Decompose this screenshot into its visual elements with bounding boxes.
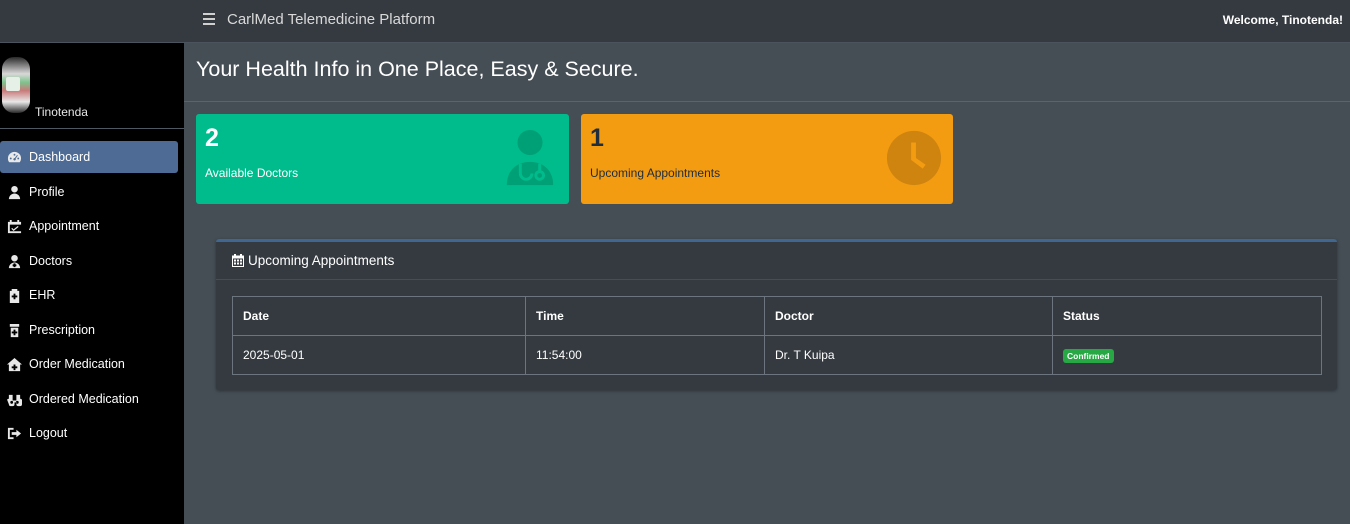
cell-time: 11:54:00 [525,335,765,375]
calendar-icon [232,254,244,267]
top-navbar: CarlMed Telemedicine Platform Welcome, T… [184,0,1350,43]
card-header: Upcoming Appointments [216,242,1337,280]
user-icon [6,184,22,200]
sidebar-item-logout[interactable]: Logout [0,417,178,449]
sidebar-item-order-medication[interactable]: Order Medication [0,348,178,380]
card-title: Upcoming Appointments [232,253,394,268]
sidebar-item-appointment[interactable]: Appointment [0,210,178,242]
sidebar-item-ehr[interactable]: EHR [0,279,178,311]
sidebar-item-prescription[interactable]: Prescription [0,314,178,346]
sidebar: Tinotenda Dashboard Profile Appointment … [0,0,184,524]
clock-icon [885,128,943,188]
status-badge: Confirmed [1063,348,1114,363]
welcome-message: Welcome, Tinotenda! [1222,13,1343,27]
upcoming-appointments-label: Upcoming Appointments [590,166,721,180]
sidebar-item-label: Prescription [29,323,95,337]
card-title-text: Upcoming Appointments [248,253,395,268]
column-header-doctor: Doctor [764,296,1053,336]
user-md-icon [501,128,559,188]
content-header: Your Health Info in One Place, Easy & Se… [184,43,1350,102]
sidebar-item-profile[interactable]: Profile [0,176,178,208]
table-row: 2025-05-01 11:54:00 Dr. T Kuipa Confirme… [232,335,1322,375]
upcoming-appointments-card: Upcoming Appointments Date Time Doctor S… [216,239,1337,390]
sidebar-item-label: EHR [29,288,56,302]
user-name[interactable]: Tinotenda [35,105,88,119]
calendar-check-icon [6,218,22,234]
available-doctors-label: Available Doctors [205,166,299,180]
sidebar-item-label: Dashboard [29,150,91,164]
upcoming-appointments-count: 1 [590,124,604,152]
page-title: Your Health Info in One Place, Easy & Se… [196,57,639,81]
column-header-date: Date [232,296,526,336]
sidebar-item-label: Appointment [29,219,100,233]
sign-out-icon [6,425,22,441]
available-doctors-count: 2 [205,124,219,152]
sidebar-item-label: Order Medication [29,357,125,371]
avatar[interactable] [2,57,30,113]
cell-date: 2025-05-01 [232,335,526,375]
sidebar-item-doctors[interactable]: Doctors [0,245,178,277]
clinic-house-icon [6,356,22,372]
upcoming-appointments-box[interactable]: 1 Upcoming Appointments [581,114,953,204]
hamburger-menu-icon[interactable] [203,13,215,25]
prescription-bottle-icon [6,322,22,338]
sidebar-brand-area [0,0,184,43]
sidebar-item-label: Logout [29,426,68,440]
sidebar-item-label: Profile [29,185,65,199]
user-panel: Tinotenda [0,43,184,129]
binoculars-icon [6,391,22,407]
sidebar-item-dashboard[interactable]: Dashboard [0,141,178,173]
sidebar-item-ordered-medication[interactable]: Ordered Medication [0,383,178,415]
column-header-status: Status [1052,296,1322,336]
table-header-row: Date Time Doctor Status [232,296,1322,336]
column-header-time: Time [525,296,765,336]
file-medical-icon [6,287,22,303]
user-md-icon [6,253,22,269]
tachometer-icon [6,149,22,165]
cell-doctor: Dr. T Kuipa [764,335,1053,375]
platform-title[interactable]: CarlMed Telemedicine Platform [227,11,435,28]
available-doctors-box[interactable]: 2 Available Doctors [196,114,569,204]
cell-status: Confirmed [1052,335,1322,375]
sidebar-item-label: Ordered Medication [29,392,139,406]
sidebar-item-label: Doctors [29,254,73,268]
appointments-table: Date Time Doctor Status 2025-05-01 11:54… [232,296,1322,375]
